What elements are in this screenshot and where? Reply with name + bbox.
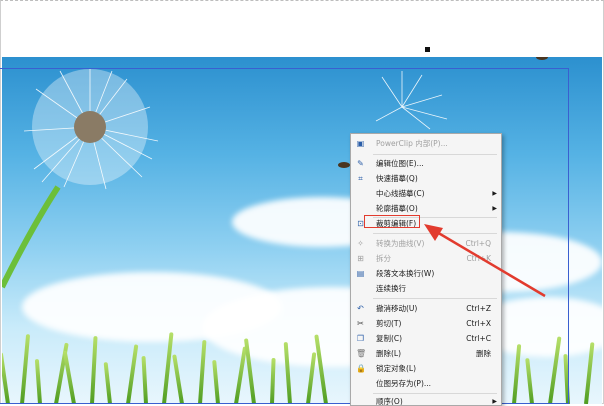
menu-item-delete[interactable]: 🗑 删除(L) 删除 bbox=[351, 346, 501, 361]
menu-separator bbox=[373, 298, 497, 299]
submenu-arrow-icon: ▶ bbox=[492, 398, 497, 405]
submenu-arrow-icon: ▶ bbox=[492, 205, 497, 212]
menu-item-lock-object[interactable]: 🔒 锁定对象(L) bbox=[351, 361, 501, 376]
menu-item-continuous-wrap[interactable]: 连续换行 bbox=[351, 281, 501, 296]
copy-icon: ❐ bbox=[356, 334, 365, 343]
menu-item-powerclip-inside[interactable]: ▣ PowerClip 内部(P)... bbox=[351, 136, 501, 151]
menu-item-outline-trace[interactable]: 轮廓描摹(O) ▶ bbox=[351, 201, 501, 216]
edit-bitmap-icon: ✎ bbox=[357, 159, 364, 168]
quick-trace-icon: ⌗ bbox=[358, 174, 363, 183]
powerclip-icon: ▣ bbox=[356, 139, 365, 148]
bitmap-image[interactable] bbox=[2, 57, 602, 404]
menu-item-save-bitmap-as[interactable]: 位图另存为(P)... bbox=[351, 376, 501, 391]
menu-item-break-apart[interactable]: ⊞ 拆分 Ctrl+K bbox=[351, 251, 501, 266]
cut-icon: ✂ bbox=[357, 319, 364, 328]
delete-icon: 🗑 bbox=[356, 349, 367, 358]
menu-item-cut[interactable]: ✂ 剪切(T) Ctrl+X bbox=[351, 316, 501, 331]
menu-item-copy[interactable]: ❐ 复制(C) Ctrl+C bbox=[351, 331, 501, 346]
menu-item-edit-bitmap[interactable]: ✎ 编辑位图(E)... bbox=[351, 156, 501, 171]
menu-item-wrap-paragraph-text[interactable]: ▤ 段落文本换行(W) bbox=[351, 266, 501, 281]
split-icon: ⊞ bbox=[357, 254, 364, 263]
paragraph-wrap-icon: ▤ bbox=[356, 269, 365, 278]
submenu-arrow-icon: ▶ bbox=[492, 190, 497, 197]
menu-item-undo-move[interactable]: ↶ 撤消移动(U) Ctrl+Z bbox=[351, 301, 501, 316]
menu-item-order[interactable]: 顺序(O) ▶ bbox=[351, 394, 501, 405]
menu-item-quick-trace[interactable]: ⌗ 快速描摹(Q) bbox=[351, 171, 501, 186]
convert-curve-icon: ✧ bbox=[357, 239, 364, 248]
menu-separator bbox=[373, 154, 497, 155]
menu-separator bbox=[373, 233, 497, 234]
menu-item-convert-to-curves[interactable]: ✧ 转换为曲线(V) Ctrl+Q bbox=[351, 236, 501, 251]
lock-icon: 🔒 bbox=[356, 364, 366, 373]
highlight-box bbox=[364, 215, 420, 228]
context-menu: ▣ PowerClip 内部(P)... ✎ 编辑位图(E)... ⌗ 快速描摹… bbox=[350, 133, 502, 406]
undo-icon: ↶ bbox=[357, 304, 364, 313]
menu-item-centerline-trace[interactable]: 中心线描摹(C) ▶ bbox=[351, 186, 501, 201]
selection-handle[interactable] bbox=[425, 47, 430, 52]
